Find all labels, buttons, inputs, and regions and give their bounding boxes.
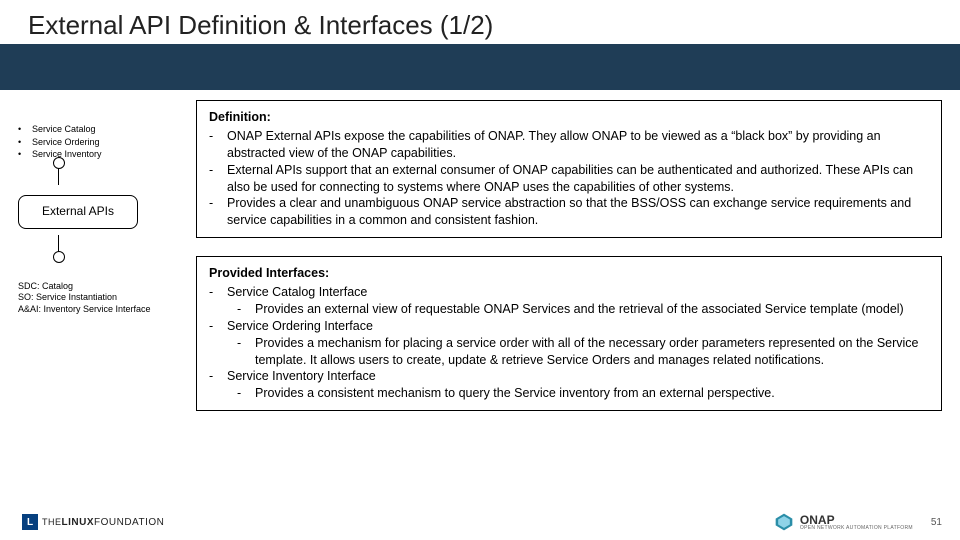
interface-desc: Provides an external view of requestable… [255, 301, 929, 318]
definition-item: External APIs support that an external c… [227, 162, 929, 196]
bullet-text: Service Inventory [32, 149, 102, 161]
onap-name: ONAP [800, 514, 913, 526]
title-area: External API Definition & Interfaces (1/… [0, 0, 960, 44]
definition-heading: Definition: [209, 109, 929, 126]
provided-heading: Provided Interfaces: [209, 265, 929, 282]
onap-logo-area: ONAP OPEN NETWORK AUTOMATION PLATFORM 51 [774, 512, 942, 532]
bullet-text: Service Catalog [32, 124, 96, 136]
interface-name: Service Catalog Interface [227, 284, 929, 301]
slide-title: External API Definition & Interfaces (1/… [28, 10, 960, 41]
lf-square-icon: L [22, 514, 38, 530]
title-band [0, 44, 960, 90]
lower-item: SDC: Catalog [18, 281, 188, 293]
right-column: Definition: -ONAP External APIs expose t… [196, 100, 942, 429]
footer: L THELINUXFOUNDATION ONAP OPEN NETWORK A… [22, 512, 942, 532]
bullet-text: Service Ordering [32, 137, 100, 149]
service-bullet-list: •Service Catalog •Service Ordering •Serv… [18, 124, 188, 161]
interface-desc: Provides a mechanism for placing a servi… [255, 335, 929, 369]
interface-connector-top [58, 167, 59, 185]
lower-item: SO: Service Instantiation [18, 292, 188, 304]
definition-item: ONAP External APIs expose the capabiliti… [227, 128, 929, 162]
interface-name: Service Ordering Interface [227, 318, 929, 335]
lower-item: A&AI: Inventory Service Interface [18, 304, 188, 316]
linux-foundation-logo: L THELINUXFOUNDATION [22, 514, 164, 530]
page-number: 51 [931, 517, 942, 528]
interface-connector-bottom [58, 235, 59, 253]
interface-desc: Provides a consistent mechanism to query… [255, 385, 929, 402]
onap-icon [774, 512, 794, 532]
left-column: •Service Catalog •Service Ordering •Serv… [18, 100, 188, 429]
definition-panel: Definition: -ONAP External APIs expose t… [196, 100, 942, 238]
provided-panel: Provided Interfaces: -Service Catalog In… [196, 256, 942, 411]
definition-item: Provides a clear and unambiguous ONAP se… [227, 195, 929, 229]
content-area: •Service Catalog •Service Ordering •Serv… [0, 100, 960, 429]
lf-the: THE [42, 517, 62, 527]
interface-name: Service Inventory Interface [227, 368, 929, 385]
lf-foundation: FOUNDATION [94, 517, 164, 528]
lf-linux: LINUX [62, 517, 95, 528]
lower-interface-list: SDC: Catalog SO: Service Instantiation A… [18, 281, 188, 316]
onap-sub: OPEN NETWORK AUTOMATION PLATFORM [800, 526, 913, 531]
module-box: External APIs [18, 195, 138, 229]
